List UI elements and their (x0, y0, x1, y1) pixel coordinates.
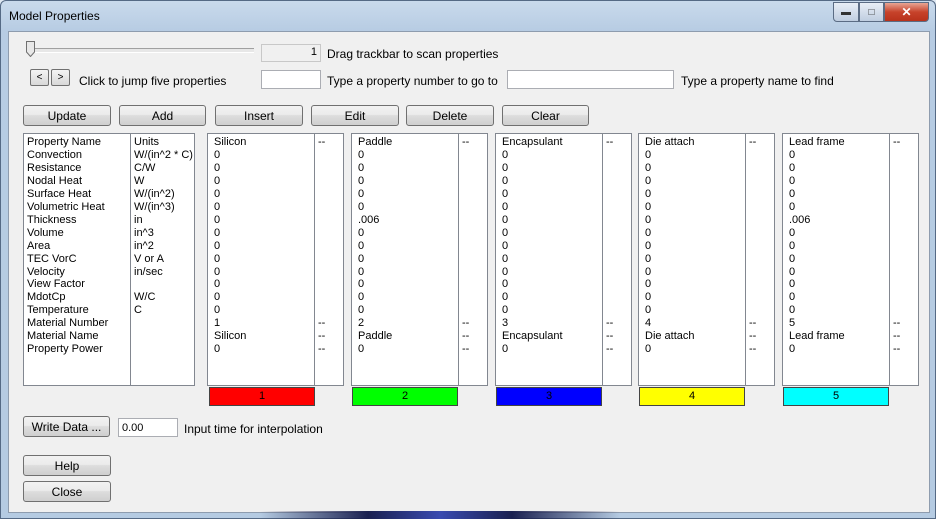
chevron-left-icon: < (36, 72, 43, 83)
column-divider (458, 134, 459, 385)
background-strip (260, 511, 620, 519)
trackbar-thumb[interactable] (26, 41, 35, 57)
column-divider (130, 134, 131, 385)
add-button[interactable]: Add (119, 105, 206, 126)
material-flags: -- -- -- -- (606, 136, 614, 356)
material-panel-3[interactable]: Encapsulant 0 0 0 0 0 0 0 0 0 0 0 0 0 3 … (495, 133, 632, 386)
material-panel-2[interactable]: Paddle 0 0 0 0 0 .006 0 0 0 0 0 0 0 2 Pa… (351, 133, 488, 386)
help-button[interactable]: Help (23, 455, 111, 476)
material-values: Lead frame 0 0 0 0 0 .006 0 0 0 0 0 0 0 … (789, 136, 845, 356)
material-panel-4[interactable]: Die attach 0 0 0 0 0 0 0 0 0 0 0 0 0 4 D… (638, 133, 775, 386)
units-list: Units W/(in^2 * C) C/W W W/(in^2) W/(in^… (134, 136, 193, 317)
column-divider (602, 134, 603, 385)
material-flags: -- -- -- -- (462, 136, 470, 356)
minimize-icon: ▬ (841, 6, 851, 18)
material-flags: -- -- -- -- (318, 136, 326, 356)
caption-buttons: ▬ □ ✕ (833, 2, 929, 22)
property-number-input[interactable] (261, 70, 321, 89)
dialog-body: 1 Drag trackbar to scan properties < > C… (8, 31, 930, 513)
maximize-button[interactable]: □ (859, 2, 884, 22)
find-label: Type a property name to find (681, 74, 834, 88)
jump-back-button[interactable]: < (30, 69, 49, 86)
property-name-input[interactable] (507, 70, 674, 89)
material-values: Encapsulant 0 0 0 0 0 0 0 0 0 0 0 0 0 3 … (502, 136, 563, 356)
close-button[interactable]: Close (23, 481, 111, 502)
material-values: Silicon 0 0 0 0 0 0 0 0 0 0 0 0 0 1 Sili… (214, 136, 247, 356)
interpolation-label: Input time for interpolation (184, 422, 323, 436)
interpolation-time-input[interactable] (118, 418, 178, 437)
window-title: Model Properties (9, 9, 100, 23)
close-window-button[interactable]: ✕ (884, 2, 929, 22)
maximize-icon: □ (868, 6, 875, 18)
material-panel-1[interactable]: Silicon 0 0 0 0 0 0 0 0 0 0 0 0 0 1 Sili… (207, 133, 344, 386)
jump-label: Click to jump five properties (79, 74, 227, 88)
delete-button[interactable]: Delete (406, 105, 494, 126)
column-divider (314, 134, 315, 385)
trackbar-label: Drag trackbar to scan properties (327, 47, 499, 61)
material-color-swatch-3[interactable]: 3 (496, 387, 602, 406)
material-flags: -- -- -- -- (749, 136, 757, 356)
property-names-panel[interactable]: Property Name Convection Resistance Noda… (23, 133, 195, 386)
material-panel-5[interactable]: Lead frame 0 0 0 0 0 .006 0 0 0 0 0 0 0 … (782, 133, 919, 386)
property-name-list: Property Name Convection Resistance Noda… (27, 136, 109, 356)
insert-button[interactable]: Insert (215, 105, 303, 126)
material-values: Die attach 0 0 0 0 0 0 0 0 0 0 0 0 0 4 D… (645, 136, 695, 356)
material-color-swatch-5[interactable]: 5 (783, 387, 889, 406)
column-divider (889, 134, 890, 385)
material-flags: -- -- -- -- (893, 136, 901, 356)
minimize-button[interactable]: ▬ (833, 2, 859, 22)
clear-button[interactable]: Clear (502, 105, 589, 126)
material-values: Paddle 0 0 0 0 0 .006 0 0 0 0 0 0 0 2 Pa… (358, 136, 393, 356)
material-color-swatch-4[interactable]: 4 (639, 387, 745, 406)
close-icon: ✕ (901, 5, 912, 19)
goto-label: Type a property number to go to (327, 74, 498, 88)
update-button[interactable]: Update (23, 105, 111, 126)
chevron-right-icon: > (57, 72, 64, 83)
material-color-swatch-1[interactable]: 1 (209, 387, 315, 406)
write-data-button[interactable]: Write Data ... (23, 416, 110, 437)
model-properties-window: Model Properties ▬ □ ✕ 1 Drag trackbar t… (0, 0, 936, 519)
edit-button[interactable]: Edit (311, 105, 399, 126)
jump-forward-button[interactable]: > (51, 69, 70, 86)
title-bar[interactable]: Model Properties ▬ □ ✕ (1, 1, 935, 31)
material-color-swatch-2[interactable]: 2 (352, 387, 458, 406)
trackbar-track[interactable] (30, 48, 254, 53)
trackbar-value: 1 (261, 44, 321, 62)
column-divider (745, 134, 746, 385)
